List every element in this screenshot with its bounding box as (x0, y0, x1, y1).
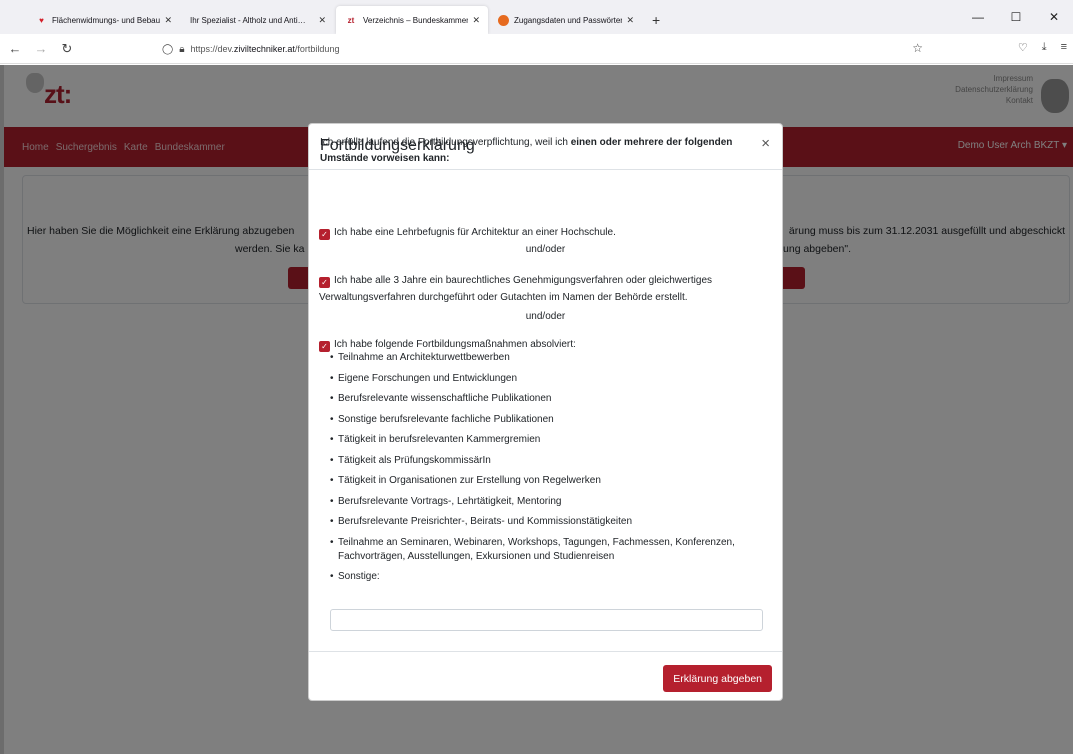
list-item: Teilnahme an Architekturwettbewerben (330, 351, 770, 365)
measures-list: Teilnahme an Architekturwettbewerben Eig… (330, 351, 770, 591)
url-prefix: https://dev. (190, 44, 234, 54)
checkbox-checked-icon[interactable]: ✓ (319, 277, 330, 288)
list-item: Berufsrelevante Vortrags-, Lehrtätigkeit… (330, 495, 770, 509)
menu-icon[interactable]: ≡ (1061, 41, 1067, 54)
firefox-icon (498, 14, 509, 26)
tab-title: Ihr Spezialist - Altholz und Anti… (190, 15, 306, 25)
list-item: Tätigkeit in Organisationen zur Erstellu… (330, 474, 770, 488)
browser-tab-verzeichnis[interactable]: zt Verzeichnis – Bundeskammer d… ✕ (336, 6, 488, 34)
option-lehrbefugnis-label: Ich habe eine Lehrbefugnis für Architekt… (334, 227, 616, 238)
and-or-label: und/oder (525, 244, 566, 255)
submit-declaration-button[interactable]: Erklärung abgeben (663, 665, 772, 692)
tab-title: Flächenwidmungs- und Bebau… (52, 15, 161, 25)
option-genehmigungsverfahren-label: Ich habe alle 3 Jahre ein baurechtliches… (319, 275, 713, 303)
bookmark-star-icon[interactable]: ☆ (912, 41, 923, 55)
new-tab-button[interactable]: + (644, 6, 668, 34)
browser-tab-zugangsdaten[interactable]: Zugangsdaten und Passwörter ✕ (490, 6, 642, 34)
fortbildung-modal: Fortbildungserklärung × Ich erfülle lauf… (308, 123, 783, 701)
list-item: Berufsrelevante Preisrichter-, Beirats- … (330, 515, 770, 529)
url-bar[interactable]: ◯ 🔒︎ https://dev. ziviltechniker.at/fortb… (162, 38, 932, 60)
url-host: ziviltechniker.at (233, 44, 295, 54)
option-lehrbefugnis[interactable]: ✓ Ich habe eine Lehrbefugnis für Architek… (319, 224, 774, 241)
list-item: Sonstige berufsrelevante fachliche Publi… (330, 413, 770, 427)
forward-icon[interactable]: → (30, 41, 52, 56)
shield-icon[interactable]: ◯ (162, 44, 173, 55)
tab-close-icon[interactable]: ✕ (318, 15, 326, 26)
sonstige-input[interactable] (330, 609, 763, 631)
modal-footer: Erklärung abgeben (309, 651, 782, 702)
download-icon[interactable]: ⤓ (1042, 41, 1047, 54)
toolbar-right: ♡ ⤓ ≡ (1018, 41, 1067, 54)
list-item: Tätigkeit als PrüfungskommissärIn (330, 454, 770, 468)
lock-icon[interactable]: 🔒︎ (179, 44, 184, 55)
list-item: Teilnahme an Seminaren, Webinaren, Works… (330, 536, 770, 564)
wien-icon: ♥ (39, 15, 44, 25)
browser-tab-altholz[interactable]: Ihr Spezialist - Altholz und Anti… ✕ (182, 6, 334, 34)
checkbox-checked-icon[interactable]: ✓ (319, 341, 330, 352)
option-fortbildungsmassnahmen-label: Ich habe folgende Fortbildungsmaßnahmen … (334, 339, 576, 350)
pocket-icon[interactable]: ♡ (1018, 41, 1028, 54)
option-genehmigungsverfahren[interactable]: ✓ Ich habe alle 3 Jahre ein baurechtliche… (319, 272, 774, 306)
tab-title: Verzeichnis – Bundeskammer d… (363, 15, 469, 25)
zt-icon: zt (347, 15, 355, 25)
tab-close-icon[interactable]: ✕ (472, 15, 480, 26)
intro-plain: Ich erfülle laufend die Fortbildungsverp… (320, 137, 571, 148)
maximize-icon[interactable]: ☐ (997, 0, 1035, 34)
url-path: /fortbildung (294, 44, 340, 54)
browser-tab-flaechenwidmung[interactable]: ♥ Flächenwidmungs- und Bebau… ✕ (28, 6, 180, 34)
list-item: Berufsrelevante wissenschaftliche Publik… (330, 392, 770, 406)
list-item: Eigene Forschungen und Entwicklungen (330, 372, 770, 386)
tab-close-icon[interactable]: ✕ (164, 15, 172, 26)
browser-navigation-bar: ← → ↻ ◯ 🔒︎ https://dev. ziviltechniker.at… (0, 34, 1073, 64)
tab-close-icon[interactable]: ✕ (626, 15, 634, 26)
close-window-icon[interactable]: ✕ (1035, 0, 1073, 34)
back-icon[interactable]: ← (4, 41, 26, 56)
intro-text: Ich erfülle laufend die Fortbildungsverp… (320, 135, 780, 167)
minimize-icon[interactable]: — (959, 0, 997, 34)
and-or-label: und/oder (525, 311, 566, 322)
list-item: Sonstige: (330, 570, 770, 584)
reload-icon[interactable]: ↻ (56, 41, 78, 57)
window-controls: — ☐ ✕ (959, 0, 1073, 34)
checkbox-checked-icon[interactable]: ✓ (319, 229, 330, 240)
list-item: Tätigkeit in berufsrelevanten Kammergrem… (330, 433, 770, 447)
tab-title: Zugangsdaten und Passwörter (514, 15, 623, 25)
browser-tab-bar: ♥ Flächenwidmungs- und Bebau… ✕ Ihr Spez… (0, 0, 1073, 34)
